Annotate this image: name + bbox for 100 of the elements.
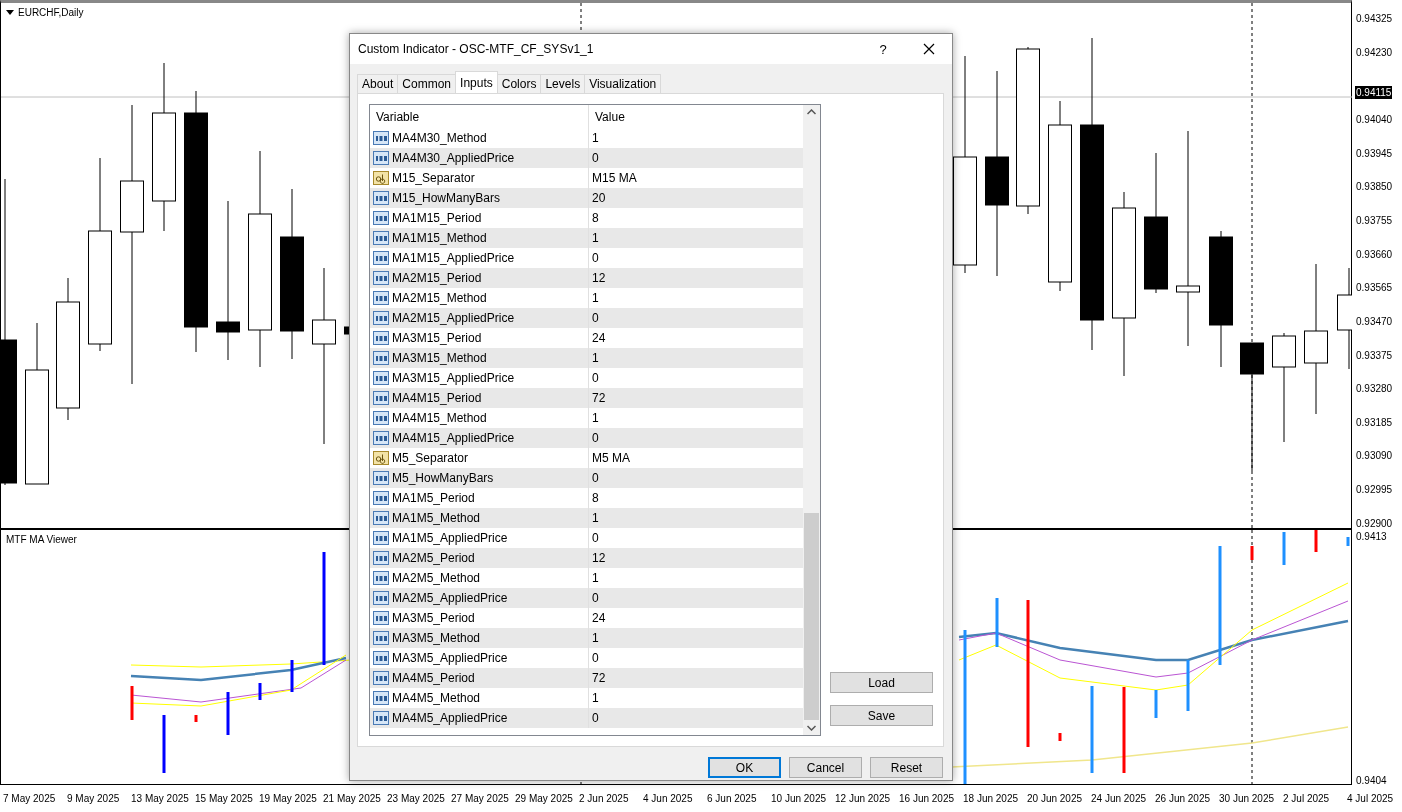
date-label: 2 Jul 2025 [1283, 793, 1330, 804]
scroll-thumb[interactable] [804, 513, 819, 720]
table-row[interactable]: MA4M5_Period 72 [370, 668, 803, 688]
file-button[interactable]: Save [830, 705, 933, 726]
number-icon [373, 151, 389, 165]
table-row[interactable]: MA2M15_AppliedPrice 0 [370, 308, 803, 328]
column-header[interactable]: Value [589, 109, 803, 124]
file-button[interactable]: Load [830, 672, 933, 693]
number-icon [373, 371, 389, 385]
date-label: 30 Jun 2025 [1219, 793, 1275, 804]
table-row[interactable]: MA2M15_Period 12 [370, 268, 803, 288]
table-row[interactable]: MA2M5_Period 12 [370, 548, 803, 568]
variable-name: MA4M15_Method [392, 411, 487, 425]
scroll-down-icon[interactable] [807, 725, 816, 731]
table-row[interactable]: MA1M15_Method 1 [370, 228, 803, 248]
table-row[interactable]: M5_HowManyBars 0 [370, 468, 803, 488]
number-icon [373, 491, 389, 505]
variable-name: MA4M15_AppliedPrice [392, 431, 515, 445]
variable-value: 20 [591, 191, 607, 205]
histogram-bar [995, 598, 999, 647]
number-icon [373, 271, 389, 285]
variable-name: M15_HowManyBars [392, 191, 501, 205]
price-label: 0.92995 [1355, 483, 1394, 497]
number-icon [373, 211, 389, 225]
date-label: 16 Jun 2025 [899, 793, 955, 804]
table-row[interactable]: M15_HowManyBars 20 [370, 188, 803, 208]
chart-title: EURCHF,Daily [18, 7, 84, 18]
dropdown-triangle-icon[interactable] [6, 9, 14, 16]
number-icon [373, 471, 389, 485]
variable-value: 0 [591, 471, 600, 485]
variable-name: M15_Separator [392, 171, 475, 185]
tab[interactable]: Visualization [584, 74, 662, 93]
number-icon [373, 191, 389, 205]
date-label: 15 May 2025 [195, 793, 253, 804]
variable-value: 12 [591, 551, 607, 565]
date-label: 4 Jun 2025 [643, 793, 693, 804]
table-row[interactable]: MA4M5_AppliedPrice 0 [370, 708, 803, 728]
table-row[interactable]: MA3M15_Method 1 [370, 348, 803, 368]
dialog-button[interactable]: Reset [870, 757, 943, 778]
variable-name: MA1M15_Period [392, 211, 482, 225]
date-label: 7 May 2025 [3, 793, 56, 804]
date-label: 21 May 2025 [323, 793, 381, 804]
number-icon [373, 431, 389, 445]
histogram-bar [1154, 690, 1158, 718]
column-header[interactable]: Variable [370, 105, 589, 128]
variable-value: 1 [591, 131, 600, 145]
price-label: 0.94230 [1355, 45, 1394, 59]
scale-label: 0.9413 [1355, 530, 1388, 543]
date-label: 24 Jun 2025 [1091, 793, 1147, 804]
tab[interactable]: Inputs [455, 71, 498, 93]
number-icon [373, 291, 389, 305]
table-row[interactable]: MA4M15_Period 72 [370, 388, 803, 408]
scale-label: 0.9404 [1355, 774, 1388, 787]
scrollbar[interactable] [803, 105, 820, 735]
scroll-up-icon[interactable] [807, 109, 816, 115]
tab[interactable]: About [357, 74, 399, 93]
table-row[interactable]: MA1M5_Method 1 [370, 508, 803, 528]
number-icon [373, 311, 389, 325]
variable-value: 8 [591, 211, 600, 225]
histogram-bar [1250, 546, 1254, 560]
table-row[interactable]: MA4M15_AppliedPrice 0 [370, 428, 803, 448]
variable-name: MA4M5_AppliedPrice [392, 711, 508, 725]
variable-name: MA3M15_Method [392, 351, 487, 365]
date-label: 12 Jun 2025 [835, 793, 891, 804]
table-row[interactable]: MA2M5_AppliedPrice 0 [370, 588, 803, 608]
dialog-button[interactable]: OK [708, 757, 781, 778]
date-label: 23 May 2025 [387, 793, 445, 804]
variable-value: 1 [591, 411, 600, 425]
price-label: 0.93280 [1355, 382, 1394, 396]
table-row[interactable]: MA3M5_Method 1 [370, 628, 803, 648]
dialog-button[interactable]: Cancel [789, 757, 862, 778]
table-row[interactable]: MA4M30_AppliedPrice 0 [370, 148, 803, 168]
date-label: 6 Jun 2025 [707, 793, 757, 804]
variable-name: MA4M15_Period [392, 391, 482, 405]
variable-name: M5_HowManyBars [392, 471, 494, 485]
variable-value: 24 [591, 611, 607, 625]
variable-name: MA1M15_Method [392, 231, 487, 245]
variable-name: MA2M5_Method [392, 571, 481, 585]
variable-name: MA3M15_Period [392, 331, 482, 345]
price-label: 0.93470 [1355, 314, 1394, 328]
variable-name: MA3M5_Method [392, 631, 481, 645]
variable-name: MA1M5_Method [392, 511, 481, 525]
date-label: 4 Jul 2025 [1347, 793, 1394, 804]
variable-name: MA3M15_AppliedPrice [392, 371, 515, 385]
help-button[interactable]: ? [860, 34, 906, 64]
variable-value: 72 [591, 671, 607, 685]
price-label: 0.93090 [1355, 449, 1394, 463]
variable-value: 0 [591, 651, 600, 665]
variable-value: 0 [591, 311, 600, 325]
variable-value: 1 [591, 231, 600, 245]
variable-value: 1 [591, 351, 600, 365]
number-icon [373, 691, 389, 705]
variable-name: M5_Separator [392, 451, 469, 465]
price-label: 0.93945 [1355, 146, 1394, 160]
histogram-bar [1282, 532, 1286, 565]
variable-value: M5 MA [591, 451, 631, 465]
price-label: 0.93660 [1355, 247, 1394, 261]
histogram-bar [290, 660, 294, 692]
close-icon [923, 43, 935, 55]
price-label: 0.94325 [1355, 12, 1394, 25]
